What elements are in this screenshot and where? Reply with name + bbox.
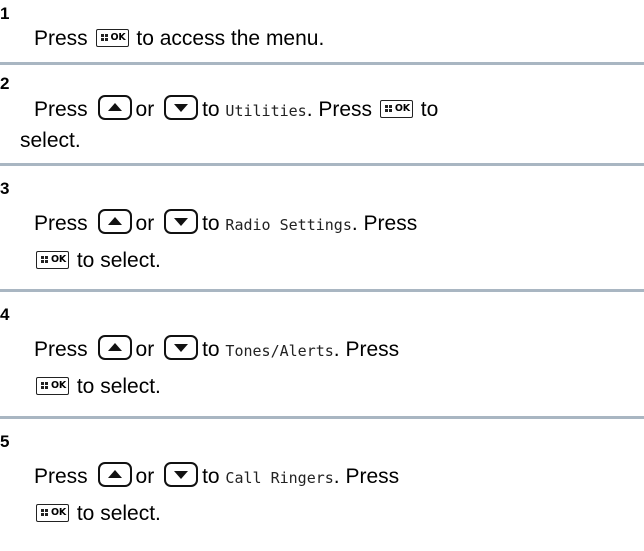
- up-arrow-button-icon: [97, 95, 132, 120]
- step-number: 1: [0, 4, 10, 23]
- menu-target: Call Ringers: [225, 469, 334, 487]
- procedure-steps: 1 Press OK to access the menu. 2 Press o…: [0, 0, 644, 551]
- step-1: 1 Press OK to access the menu.: [0, 0, 644, 65]
- step-text: Press or to Radio Settings. Press OK to …: [34, 206, 417, 279]
- step-number: 2: [0, 74, 10, 93]
- menu-ok-button-icon: OK: [36, 251, 69, 269]
- step-text: Press OK to access the menu.: [34, 27, 325, 50]
- step-text: Press or to Call Ringers. Press OK to se…: [34, 459, 399, 532]
- down-arrow-button-icon: [164, 95, 199, 120]
- menu-target: Utilities: [225, 102, 307, 120]
- step-4: 4 Press or to Tones/Alerts. Press OK to …: [0, 292, 644, 419]
- step-number: 3: [0, 179, 10, 198]
- up-arrow-button-icon: [97, 335, 132, 360]
- menu-ok-button-icon: OK: [36, 504, 69, 522]
- down-arrow-button-icon: [164, 335, 199, 360]
- up-arrow-button-icon: [97, 209, 132, 234]
- step-text: Press or to Tones/Alerts. Press OK to se…: [34, 332, 399, 405]
- menu-ok-button-icon: OK: [95, 29, 129, 47]
- step-number: 4: [0, 305, 10, 324]
- step-text: Press or to Utilities. Press OK to selec…: [20, 95, 438, 156]
- menu-ok-button-icon: OK: [36, 377, 69, 395]
- up-arrow-button-icon: [97, 462, 132, 487]
- menu-ok-button-icon: OK: [379, 100, 413, 118]
- step-number: 5: [0, 432, 10, 451]
- step-3: 3 Press or to Radio Settings. Press OK t…: [0, 166, 644, 292]
- step-5: 5 Press or to Call Ringers. Press OK to …: [0, 419, 644, 551]
- step-2: 2 Press or to Utilities. Press OK to sel…: [0, 65, 644, 166]
- menu-target: Radio Settings: [225, 216, 352, 234]
- menu-target: Tones/Alerts: [225, 342, 334, 360]
- down-arrow-button-icon: [164, 209, 199, 234]
- down-arrow-button-icon: [164, 462, 199, 487]
